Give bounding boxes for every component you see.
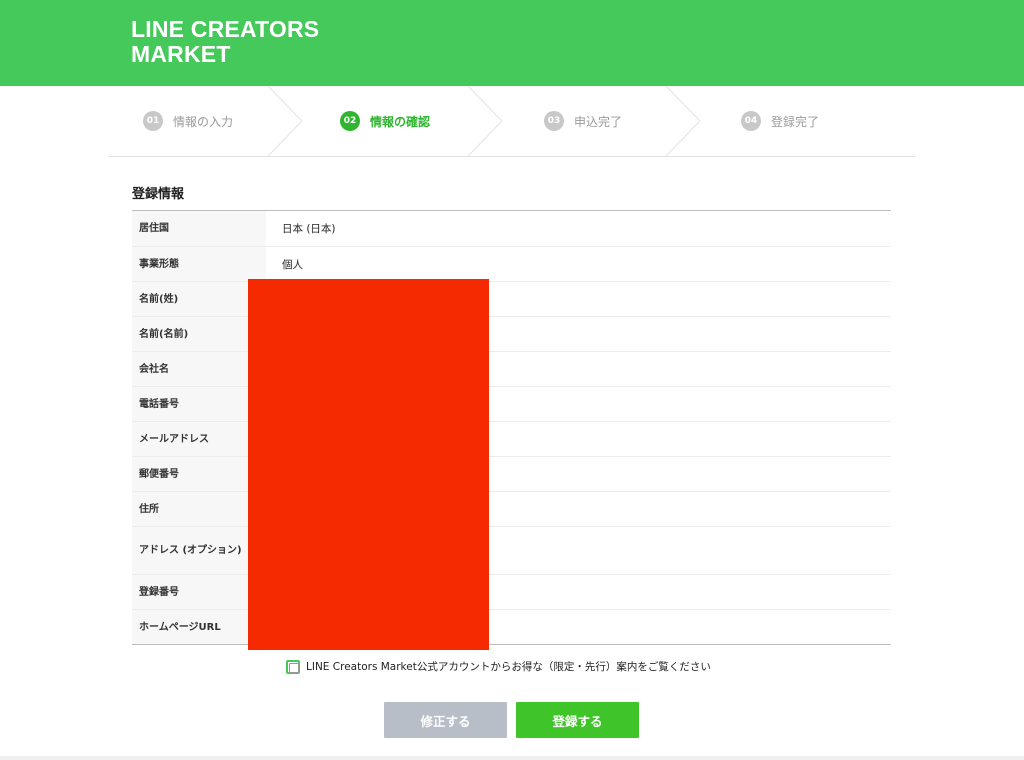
table-row: ホームページURL [132,609,891,644]
table-row: アドレス (オプション) [132,526,891,574]
section-title: 登録情報 [132,187,185,202]
consent-checkbox[interactable] [286,659,300,674]
table-row: 住所 [132,491,891,526]
step-number-badge: 03 [544,111,564,131]
step-label: 申込完了 [574,114,623,129]
newsletter-consent[interactable]: LINE Creators Market公式アカウントからお得な（限定・先行）案… [286,659,711,674]
row-label: 居住国 [132,211,266,246]
logo-line-2: MARKET [131,41,231,67]
step-label: 情報の入力 [173,114,234,129]
step-number-badge: 01 [143,111,163,131]
line-creators-market-logo[interactable]: LINE CREATORS MARKET [131,17,319,67]
row-label: 郵便番号 [132,457,266,491]
table-row: 事業形態 個人 [132,246,891,281]
table-row: 居住国 日本 (日本) [132,211,891,246]
registration-info-table: 居住国 日本 (日本) 事業形態 個人 名前(姓) 名前(名前) 会社名 電話番… [132,210,891,645]
step-chevron-icon [468,86,502,156]
row-label: 会社名 [132,352,266,386]
logo-line-1: LINE CREATORS [131,16,320,42]
step-chevron-icon [268,86,302,156]
consent-label: LINE Creators Market公式アカウントからお得な（限定・先行）案… [306,661,711,673]
register-button[interactable]: 登録する [516,702,639,738]
row-value: 個人 [282,258,303,271]
table-row: 登録番号 [132,574,891,609]
row-label: 電話番号 [132,387,266,421]
site-header: LINE CREATORS MARKET [0,0,1024,86]
table-row: 郵便番号 [132,456,891,491]
row-label: 住所 [132,492,266,526]
step-input: 01 情報の入力 [143,86,233,156]
table-row: 名前(名前) [132,316,891,351]
row-label: 事業形態 [132,247,266,281]
page-bottom-divider [0,756,1024,760]
table-row: 名前(姓) [132,281,891,316]
progress-steps: 01 情報の入力 02 情報の確認 03 申込完了 04 登録完了 [108,86,916,157]
step-label: 情報の確認 [370,114,431,129]
step-confirm: 02 情報の確認 [340,86,430,156]
redaction-block [248,279,489,650]
edit-button[interactable]: 修正する [384,702,507,738]
table-row: 会社名 [132,351,891,386]
row-label: メールアドレス [132,422,266,456]
step-number-badge: 04 [741,111,761,131]
step-number-badge: 02 [340,111,360,131]
row-label: 登録番号 [132,575,266,609]
step-registered: 04 登録完了 [741,86,819,156]
row-label: 名前(名前) [132,317,266,351]
row-label: ホームページURL [132,610,266,644]
row-label: 名前(姓) [132,282,266,316]
table-row: メールアドレス [132,421,891,456]
row-label: アドレス (オプション) [132,527,266,574]
row-value: 日本 (日本) [282,223,336,235]
table-row: 電話番号 [132,386,891,421]
step-applied: 03 申込完了 [544,86,622,156]
step-chevron-icon [666,86,700,156]
step-label: 登録完了 [771,114,820,129]
